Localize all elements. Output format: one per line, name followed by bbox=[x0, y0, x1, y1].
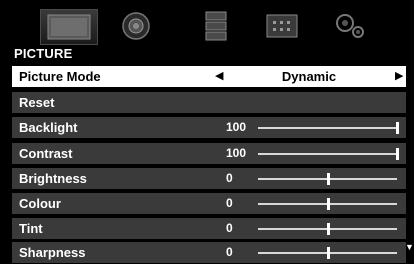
tab-apps[interactable] bbox=[254, 9, 310, 43]
sharpness-row[interactable]: Sharpness 0 bbox=[12, 242, 406, 263]
sharpness-label: Sharpness bbox=[19, 245, 86, 260]
reset-label: Reset bbox=[19, 95, 55, 110]
brightness-slider[interactable] bbox=[258, 173, 397, 185]
picture-mode-label: Picture Mode bbox=[19, 69, 101, 84]
reset-row[interactable]: Reset bbox=[12, 92, 406, 113]
contrast-value: 100 bbox=[226, 146, 247, 160]
contrast-label: Contrast bbox=[19, 146, 73, 161]
backlight-label: Backlight bbox=[19, 120, 78, 135]
backlight-row[interactable]: Backlight 100 bbox=[12, 117, 406, 138]
setup-icon bbox=[336, 14, 364, 38]
colour-value: 0 bbox=[226, 196, 233, 210]
sharpness-slider[interactable] bbox=[258, 247, 397, 259]
sound-icon bbox=[122, 12, 150, 40]
brightness-slider-knob[interactable] bbox=[326, 173, 330, 185]
tab-settings[interactable] bbox=[188, 9, 244, 43]
brightness-value: 0 bbox=[226, 171, 233, 185]
section-title: PICTURE bbox=[14, 46, 73, 61]
colour-row[interactable]: Colour 0 bbox=[12, 193, 406, 214]
tint-value: 0 bbox=[226, 221, 233, 235]
tint-row[interactable]: Tint 0 bbox=[12, 218, 406, 239]
backlight-slider-knob[interactable] bbox=[396, 122, 399, 134]
tab-setup[interactable] bbox=[322, 9, 378, 43]
brightness-label: Brightness bbox=[19, 171, 87, 186]
colour-slider[interactable] bbox=[258, 198, 397, 210]
backlight-slider[interactable] bbox=[258, 122, 399, 134]
colour-label: Colour bbox=[19, 196, 61, 211]
sharpness-slider-knob[interactable] bbox=[326, 247, 330, 259]
arrow-left-icon[interactable]: ◀ bbox=[215, 69, 223, 82]
scroll-down-icon[interactable]: ▼ bbox=[405, 242, 414, 252]
apps-icon bbox=[266, 14, 298, 38]
tab-picture[interactable] bbox=[40, 9, 98, 45]
sharpness-value: 0 bbox=[226, 245, 233, 259]
tint-slider[interactable] bbox=[258, 223, 397, 235]
picture-icon bbox=[47, 14, 91, 40]
contrast-row[interactable]: Contrast 100 bbox=[12, 143, 406, 164]
picture-mode-row[interactable]: Picture Mode ◀ Dynamic ▶ bbox=[12, 66, 406, 87]
contrast-slider-knob[interactable] bbox=[396, 148, 399, 160]
arrow-right-icon[interactable]: ▶ bbox=[395, 69, 403, 82]
tint-label: Tint bbox=[19, 221, 43, 236]
picture-mode-value: Dynamic bbox=[281, 69, 337, 84]
tint-slider-knob[interactable] bbox=[326, 223, 330, 235]
contrast-slider[interactable] bbox=[258, 148, 399, 160]
tab-sound[interactable] bbox=[108, 9, 164, 43]
backlight-value: 100 bbox=[226, 120, 247, 134]
brightness-row[interactable]: Brightness 0 bbox=[12, 168, 406, 189]
colour-slider-knob[interactable] bbox=[326, 198, 330, 210]
settings-icon bbox=[205, 11, 227, 41]
